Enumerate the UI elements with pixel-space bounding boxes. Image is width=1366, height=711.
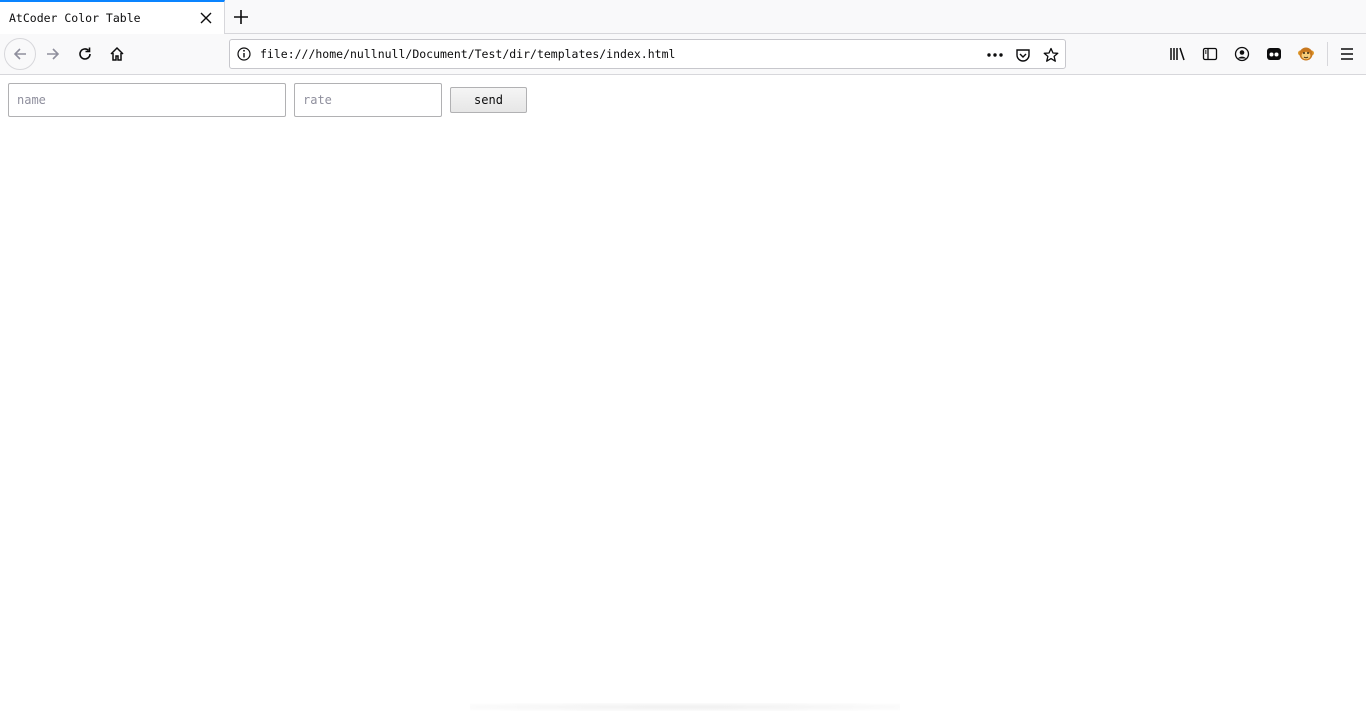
pocket-icon[interactable]	[1014, 46, 1032, 64]
bottom-shadow	[470, 703, 900, 711]
url-text[interactable]: file:///home/nullnull/Document/Test/dir/…	[260, 47, 675, 61]
account-icon[interactable]	[1232, 44, 1252, 64]
ellipsis-icon[interactable]	[986, 46, 1004, 64]
send-button[interactable]: send	[450, 87, 527, 113]
tab-atcoder-color-table[interactable]: AtCoder Color Table	[0, 0, 225, 34]
page-content: send	[0, 75, 1366, 711]
rate-input[interactable]	[294, 83, 442, 117]
hamburger-menu-icon[interactable]	[1337, 44, 1357, 64]
star-icon[interactable]	[1042, 46, 1060, 64]
toolbar-separator	[1327, 42, 1328, 66]
info-icon[interactable]	[236, 46, 252, 62]
name-input[interactable]	[8, 83, 286, 117]
close-icon[interactable]	[198, 10, 214, 26]
sidebar-icon[interactable]	[1200, 44, 1220, 64]
plus-icon[interactable]	[230, 6, 252, 28]
library-icon[interactable]	[1168, 44, 1188, 64]
navigation-toolbar: file:///home/nullnull/Document/Test/dir/…	[0, 34, 1366, 75]
arrow-left-icon[interactable]	[4, 38, 36, 70]
tab-strip: AtCoder Color Table	[0, 0, 1366, 34]
extension-icon[interactable]	[1264, 44, 1284, 64]
tab-title: AtCoder Color Table	[9, 11, 141, 25]
home-icon[interactable]	[101, 38, 133, 70]
monkey-extension-icon[interactable]	[1296, 44, 1316, 64]
arrow-right-icon[interactable]	[37, 38, 69, 70]
reload-icon[interactable]	[69, 38, 101, 70]
url-bar[interactable]: file:///home/nullnull/Document/Test/dir/…	[229, 39, 1066, 69]
